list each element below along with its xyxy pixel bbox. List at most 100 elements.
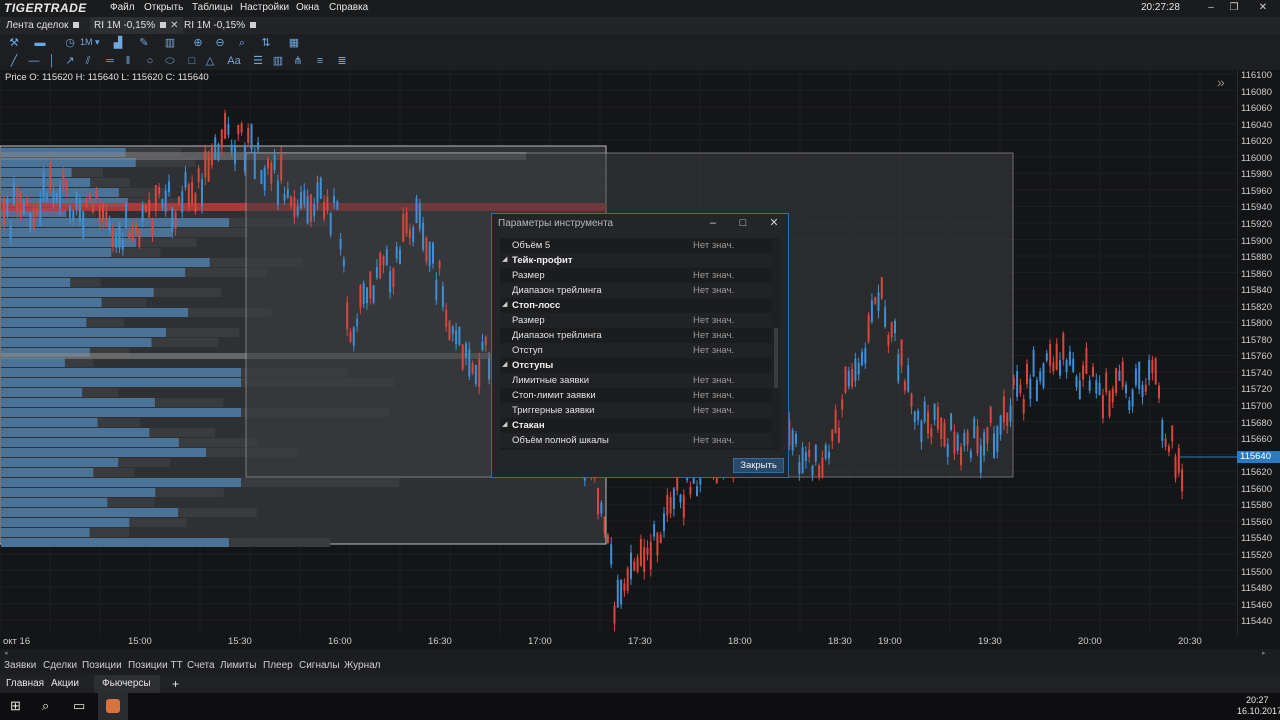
text-tool-icon[interactable]: Aa — [226, 54, 242, 68]
param-value[interactable]: Нет знач. — [693, 375, 734, 386]
param-group[interactable]: ◢ Стакан — [500, 418, 772, 433]
line-tool-icon[interactable]: ╱ — [6, 54, 22, 68]
param-value[interactable]: Нет знач. — [693, 240, 734, 251]
fib-tool-icon[interactable]: ≡ — [312, 54, 328, 68]
close-button[interactable]: Закрыть — [733, 458, 784, 473]
dialog-maximize-icon[interactable]: □ — [735, 216, 751, 230]
triangle-tool-icon[interactable]: △ — [202, 54, 218, 68]
menu-help[interactable]: Справка — [329, 2, 368, 13]
ray-tool-icon[interactable]: ↗ — [62, 54, 78, 68]
tab-positions[interactable]: Позиции — [82, 660, 122, 671]
chart-type-icon[interactable]: ▟ — [110, 36, 126, 50]
indicators-icon[interactable]: ▥ — [162, 36, 178, 50]
hline-tool-icon[interactable]: — — [26, 54, 42, 68]
menu-tables[interactable]: Таблицы — [192, 2, 233, 13]
param-value[interactable]: Нет знач. — [693, 345, 734, 356]
workspace-main[interactable]: Главная — [6, 678, 44, 689]
vline-tool-icon[interactable]: │ — [44, 54, 60, 68]
zoom-out-icon[interactable]: ⊖ — [212, 36, 228, 50]
params-scrollbar[interactable] — [772, 238, 780, 450]
close-window-icon[interactable]: ✕ — [1252, 1, 1274, 15]
param-row[interactable]: Объём 5 Нет знач. — [500, 238, 772, 253]
fork-tool-icon[interactable]: ⋔ — [290, 54, 306, 68]
timeframe-1m[interactable]: 1M ▾ — [80, 37, 100, 48]
search-icon[interactable]: ⌕ — [234, 36, 250, 50]
param-row[interactable]: Размер Нет знач. — [500, 313, 772, 328]
tab-ri-chart[interactable]: RI 1M -0,15% — [180, 17, 260, 34]
param-row[interactable]: Лимитные заявки Нет знач. — [500, 373, 772, 388]
calendar-icon[interactable]: ▦ — [286, 36, 302, 50]
tab-positions-tt[interactable]: Позиции ТТ — [128, 660, 183, 671]
windows-start-icon[interactable]: ⊞ — [10, 698, 21, 714]
workspace-stocks[interactable]: Акции — [51, 678, 79, 689]
param-row[interactable]: Объём полной шкалы Нет знач. — [500, 433, 772, 448]
restore-icon[interactable]: ❐ — [1223, 1, 1245, 15]
search-icon[interactable]: ⌕ — [42, 698, 49, 714]
param-row[interactable]: Триггерные заявки Нет знач. — [500, 403, 772, 418]
tab-time-sales[interactable]: Лента сделок — [2, 17, 83, 34]
expand-arrow-icon[interactable]: ◢ — [502, 360, 507, 368]
lines-tool-icon[interactable]: ☰ — [250, 54, 266, 68]
wrench-icon[interactable]: ⚒ — [6, 36, 22, 50]
circle-tool-icon[interactable]: ○ — [142, 54, 158, 68]
dialog-minimize-icon[interactable]: – — [705, 216, 721, 230]
menu-windows[interactable]: Окна — [296, 2, 319, 13]
horizontal-scrollbar[interactable]: ◂ ▸ — [0, 649, 1280, 657]
param-value[interactable]: Нет знач. — [693, 270, 734, 281]
param-value[interactable]: Нет знач. — [693, 435, 734, 446]
param-value[interactable]: Нет знач. — [693, 390, 734, 401]
tab-trades[interactable]: Сделки — [43, 660, 77, 671]
folder-icon[interactable]: ▬ — [32, 36, 48, 50]
tab-signals[interactable]: Сигналы — [299, 660, 340, 671]
menu-settings[interactable]: Настройки — [240, 2, 289, 13]
tab-ri-chart-active[interactable]: RI 1M -0,15% ✕ — [90, 17, 183, 34]
param-row[interactable]: Отступ Нет знач. — [500, 343, 772, 358]
expand-arrow-icon[interactable]: ◢ — [502, 300, 507, 308]
channel-tool-icon[interactable]: ⫽ — [80, 54, 96, 68]
param-row[interactable]: Диапазон трейлинга Нет знач. — [500, 328, 772, 343]
task-view-icon[interactable]: ▭ — [73, 698, 85, 714]
pencil-icon[interactable]: ✎ — [136, 36, 152, 50]
param-row[interactable]: Диапазон трейлинга Нет знач. — [500, 283, 772, 298]
rectangle-tool-icon[interactable]: □ — [184, 54, 200, 68]
price-axis[interactable]: 116100 116080 116060 116040 116020 116000 1159… — [1237, 70, 1280, 635]
align-tool-icon[interactable]: ≣ — [334, 54, 350, 68]
tab-journal[interactable]: Журнал — [344, 660, 381, 671]
expand-panel-icon[interactable]: » — [1217, 74, 1225, 90]
param-row[interactable]: Стоп-лимит заявки Нет знач. — [500, 388, 772, 403]
param-row[interactable]: Размер Нет знач. — [500, 268, 772, 283]
param-value[interactable]: Нет знач. — [693, 405, 734, 416]
ellipse-tool-icon[interactable]: ⬭ — [162, 54, 178, 68]
tab-close-icon[interactable]: ✕ — [170, 20, 178, 31]
expand-arrow-icon[interactable]: ◢ — [502, 255, 507, 263]
menu-open[interactable]: Открыть — [144, 2, 183, 13]
grid-tool-icon[interactable]: ▥ — [270, 54, 286, 68]
time-axis[interactable]: окт 16 15:00 15:30 16:00 16:30 17:00 17:30 18:0… — [0, 635, 1280, 649]
scroll-left-icon[interactable]: ◂ — [4, 649, 8, 657]
dialog-close-icon[interactable]: ✕ — [766, 216, 782, 230]
sort-icon[interactable]: ⇅ — [258, 36, 274, 50]
parallel-tool-icon[interactable]: ═ — [102, 54, 118, 68]
param-value[interactable]: Нет знач. — [693, 315, 734, 326]
tab-player[interactable]: Плеер — [263, 660, 293, 671]
expand-arrow-icon[interactable]: ◢ — [502, 420, 507, 428]
menu-file[interactable]: Файл — [110, 2, 135, 13]
param-group[interactable]: ◢ Стоп-лосс — [500, 298, 772, 313]
minimize-icon[interactable]: – — [1200, 1, 1222, 15]
tab-accounts[interactable]: Счета — [187, 660, 215, 671]
clock-icon[interactable]: ◷ — [62, 36, 78, 50]
zoom-in-icon[interactable]: ⊕ — [190, 36, 206, 50]
param-group[interactable]: ◢ Тейк-профит — [500, 253, 772, 268]
add-workspace-button[interactable]: + — [172, 677, 179, 691]
scroll-thumb[interactable] — [774, 328, 778, 388]
params-list[interactable]: Объём 5 Нет знач. ◢ Тейк-профит Размер Нет зн… — [500, 238, 780, 450]
app-taskbar-button[interactable] — [98, 693, 128, 720]
tab-orders[interactable]: Заявки — [4, 660, 36, 671]
param-group[interactable]: ◢ Отступы — [500, 358, 772, 373]
workspace-futures[interactable]: Фьючерсы — [102, 678, 151, 689]
param-value[interactable]: Нет знач. — [693, 330, 734, 341]
scroll-right-icon[interactable]: ▸ — [1262, 649, 1266, 657]
tab-limits[interactable]: Лимиты — [220, 660, 256, 671]
param-value[interactable]: Нет знач. — [693, 285, 734, 296]
vertical-pair-icon[interactable]: ‖ — [120, 54, 136, 68]
